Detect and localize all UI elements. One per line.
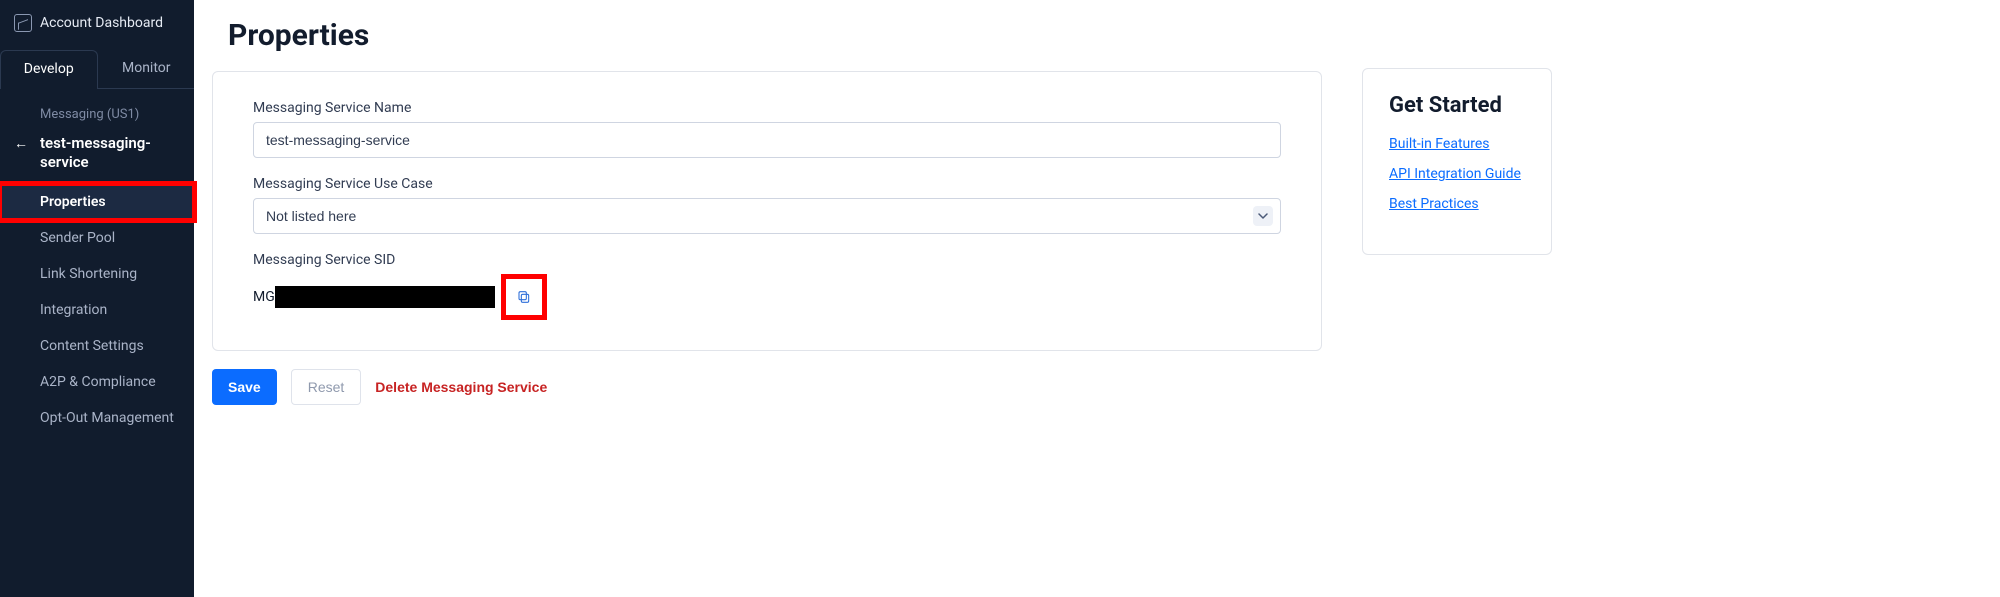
- sidebar-item-label: Opt-Out Management: [40, 410, 174, 426]
- properties-card: Messaging Service Name Messaging Service…: [212, 71, 1322, 351]
- tab-develop-label: Develop: [24, 61, 74, 77]
- get-started-panel: Get Started Built-in Features API Integr…: [1362, 68, 1552, 255]
- service-name-input[interactable]: [253, 122, 1281, 158]
- sidebar-item-opt-out-management[interactable]: Opt-Out Management: [0, 400, 194, 436]
- field-service-name: Messaging Service Name: [253, 100, 1281, 158]
- sidebar-item-a2p-compliance[interactable]: A2P & Compliance: [0, 364, 194, 400]
- sidebar-section: Messaging (US1) ← test-messaging-service…: [0, 89, 194, 436]
- sidebar-item-label: Sender Pool: [40, 230, 115, 246]
- sidebar-section-label: Messaging (US1): [0, 103, 194, 134]
- sidebar-item-label: Content Settings: [40, 338, 144, 354]
- field-label-name: Messaging Service Name: [253, 100, 1281, 116]
- sidebar-item-sender-pool[interactable]: Sender Pool: [0, 220, 194, 256]
- actions-row: Save Reset Delete Messaging Service: [212, 369, 1322, 405]
- page-title: Properties: [228, 18, 1322, 53]
- sidebar-item-label: Properties: [40, 194, 106, 210]
- sidebar-item-link-shortening[interactable]: Link Shortening: [0, 256, 194, 292]
- tab-monitor-label: Monitor: [122, 60, 171, 76]
- field-label-sid: Messaging Service SID: [253, 252, 1281, 268]
- account-dashboard-label: Account Dashboard: [40, 15, 163, 31]
- sidebar: Account Dashboard Develop Monitor Messag…: [0, 0, 194, 597]
- field-use-case: Messaging Service Use Case: [253, 176, 1281, 234]
- sidebar-item-label: Integration: [40, 302, 107, 318]
- tab-develop[interactable]: Develop: [0, 50, 98, 89]
- field-sid: Messaging Service SID MG: [253, 252, 1281, 320]
- get-started-links: Built-in Features API Integration Guide …: [1389, 136, 1525, 212]
- get-started-title: Get Started: [1389, 93, 1525, 118]
- use-case-select-wrap: [253, 198, 1281, 234]
- sid-redacted: [275, 286, 495, 308]
- use-case-select[interactable]: [253, 198, 1281, 234]
- sidebar-item-integration[interactable]: Integration: [0, 292, 194, 328]
- sidebar-nav: Properties Sender Pool Link Shortening I…: [0, 184, 194, 436]
- link-best-practices[interactable]: Best Practices: [1389, 196, 1479, 212]
- sidebar-item-properties[interactable]: Properties: [0, 184, 194, 220]
- sidebar-item-label: Link Shortening: [40, 266, 137, 282]
- link-api-integration-guide[interactable]: API Integration Guide: [1389, 166, 1521, 182]
- sidebar-current-service-label: test-messaging-service: [40, 134, 151, 171]
- content: Properties Messaging Service Name Messag…: [212, 18, 1322, 405]
- sid-prefix: MG: [253, 289, 275, 305]
- back-arrow-icon[interactable]: ←: [14, 136, 28, 154]
- save-button[interactable]: Save: [212, 369, 277, 405]
- sidebar-current-service[interactable]: ← test-messaging-service: [0, 134, 194, 180]
- dashboard-icon: [14, 14, 32, 32]
- sid-copy-highlight: [501, 274, 547, 320]
- main: Properties Messaging Service Name Messag…: [194, 0, 2000, 597]
- sidebar-item-label: A2P & Compliance: [40, 374, 156, 390]
- field-label-usecase: Messaging Service Use Case: [253, 176, 1281, 192]
- delete-service-button[interactable]: Delete Messaging Service: [375, 379, 547, 395]
- sid-row: MG: [253, 274, 1281, 320]
- account-dashboard-link[interactable]: Account Dashboard: [0, 0, 194, 44]
- tab-monitor[interactable]: Monitor: [98, 50, 195, 88]
- link-built-in-features[interactable]: Built-in Features: [1389, 136, 1490, 152]
- copy-sid-button[interactable]: [512, 285, 536, 309]
- sidebar-item-content-settings[interactable]: Content Settings: [0, 328, 194, 364]
- reset-button[interactable]: Reset: [291, 369, 362, 405]
- sidebar-tabs: Develop Monitor: [0, 50, 194, 89]
- copy-icon: [516, 289, 532, 305]
